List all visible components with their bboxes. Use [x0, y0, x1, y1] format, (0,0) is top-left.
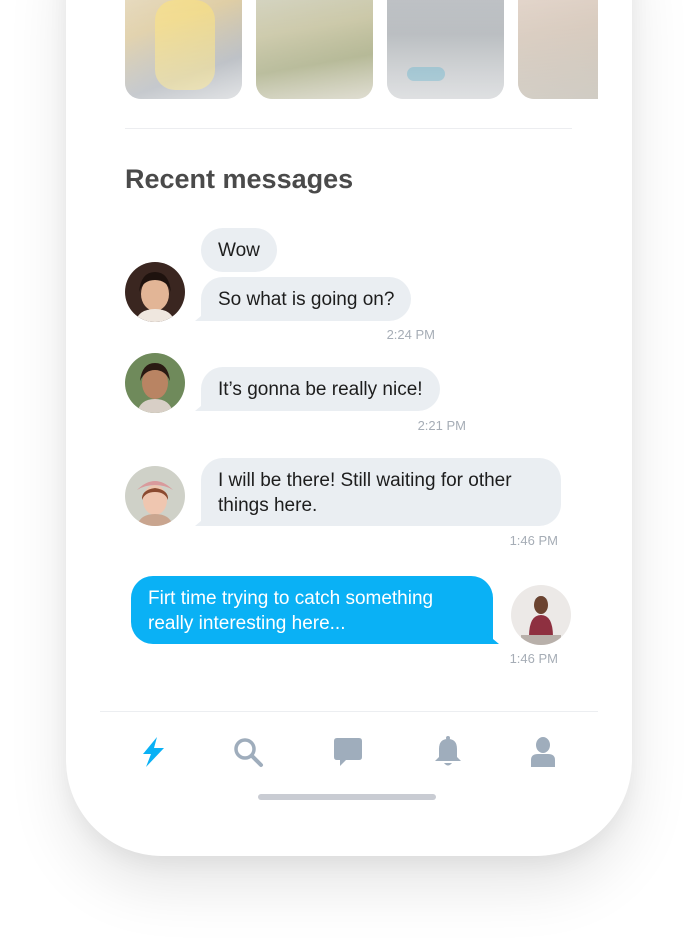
- user-icon: [531, 737, 555, 767]
- message-bubble[interactable]: It’s gonna be really nice!: [201, 367, 440, 411]
- tab-messages[interactable]: [326, 730, 370, 774]
- photo-thumbnail[interactable]: [125, 0, 242, 99]
- message-timestamp: 1:46 PM: [509, 651, 558, 666]
- tab-profile[interactable]: [521, 730, 565, 774]
- message-timestamp: 1:46 PM: [509, 533, 558, 548]
- message-timestamp: 2:21 PM: [417, 418, 466, 433]
- lightning-icon: [143, 737, 164, 767]
- app-screenshot: Recent messages Wow So what is going on?…: [0, 0, 700, 943]
- section-divider: [125, 128, 572, 129]
- avatar[interactable]: [125, 262, 185, 322]
- home-indicator[interactable]: [258, 794, 436, 800]
- tab-activity[interactable]: [131, 730, 175, 774]
- photo-thumbnail[interactable]: [518, 0, 598, 99]
- message-timestamp: 2:24 PM: [386, 327, 435, 342]
- section-title: Recent messages: [125, 164, 354, 194]
- photo-thumbnail[interactable]: [387, 0, 504, 99]
- chat-bubble-icon: [334, 738, 362, 766]
- message-bubble[interactable]: So what is going on?: [201, 277, 412, 321]
- photo-thumbnail[interactable]: [256, 0, 373, 99]
- avatar[interactable]: [125, 466, 185, 526]
- bell-icon: [435, 736, 461, 766]
- phone-screen: Recent messages Wow So what is going on?…: [100, 0, 598, 821]
- tab-bar-divider: [100, 711, 598, 712]
- tab-search[interactable]: [226, 730, 270, 774]
- search-icon: [234, 738, 263, 767]
- message-bubble[interactable]: Wow: [201, 228, 277, 272]
- avatar[interactable]: [125, 353, 185, 413]
- tab-notifications[interactable]: [426, 730, 470, 774]
- my-message-bubble[interactable]: Firt time trying to catch something real…: [131, 576, 493, 644]
- message-bubble[interactable]: I will be there! Still waiting for other…: [201, 458, 561, 526]
- my-avatar[interactable]: [511, 585, 571, 645]
- photo-strip[interactable]: [125, 0, 598, 100]
